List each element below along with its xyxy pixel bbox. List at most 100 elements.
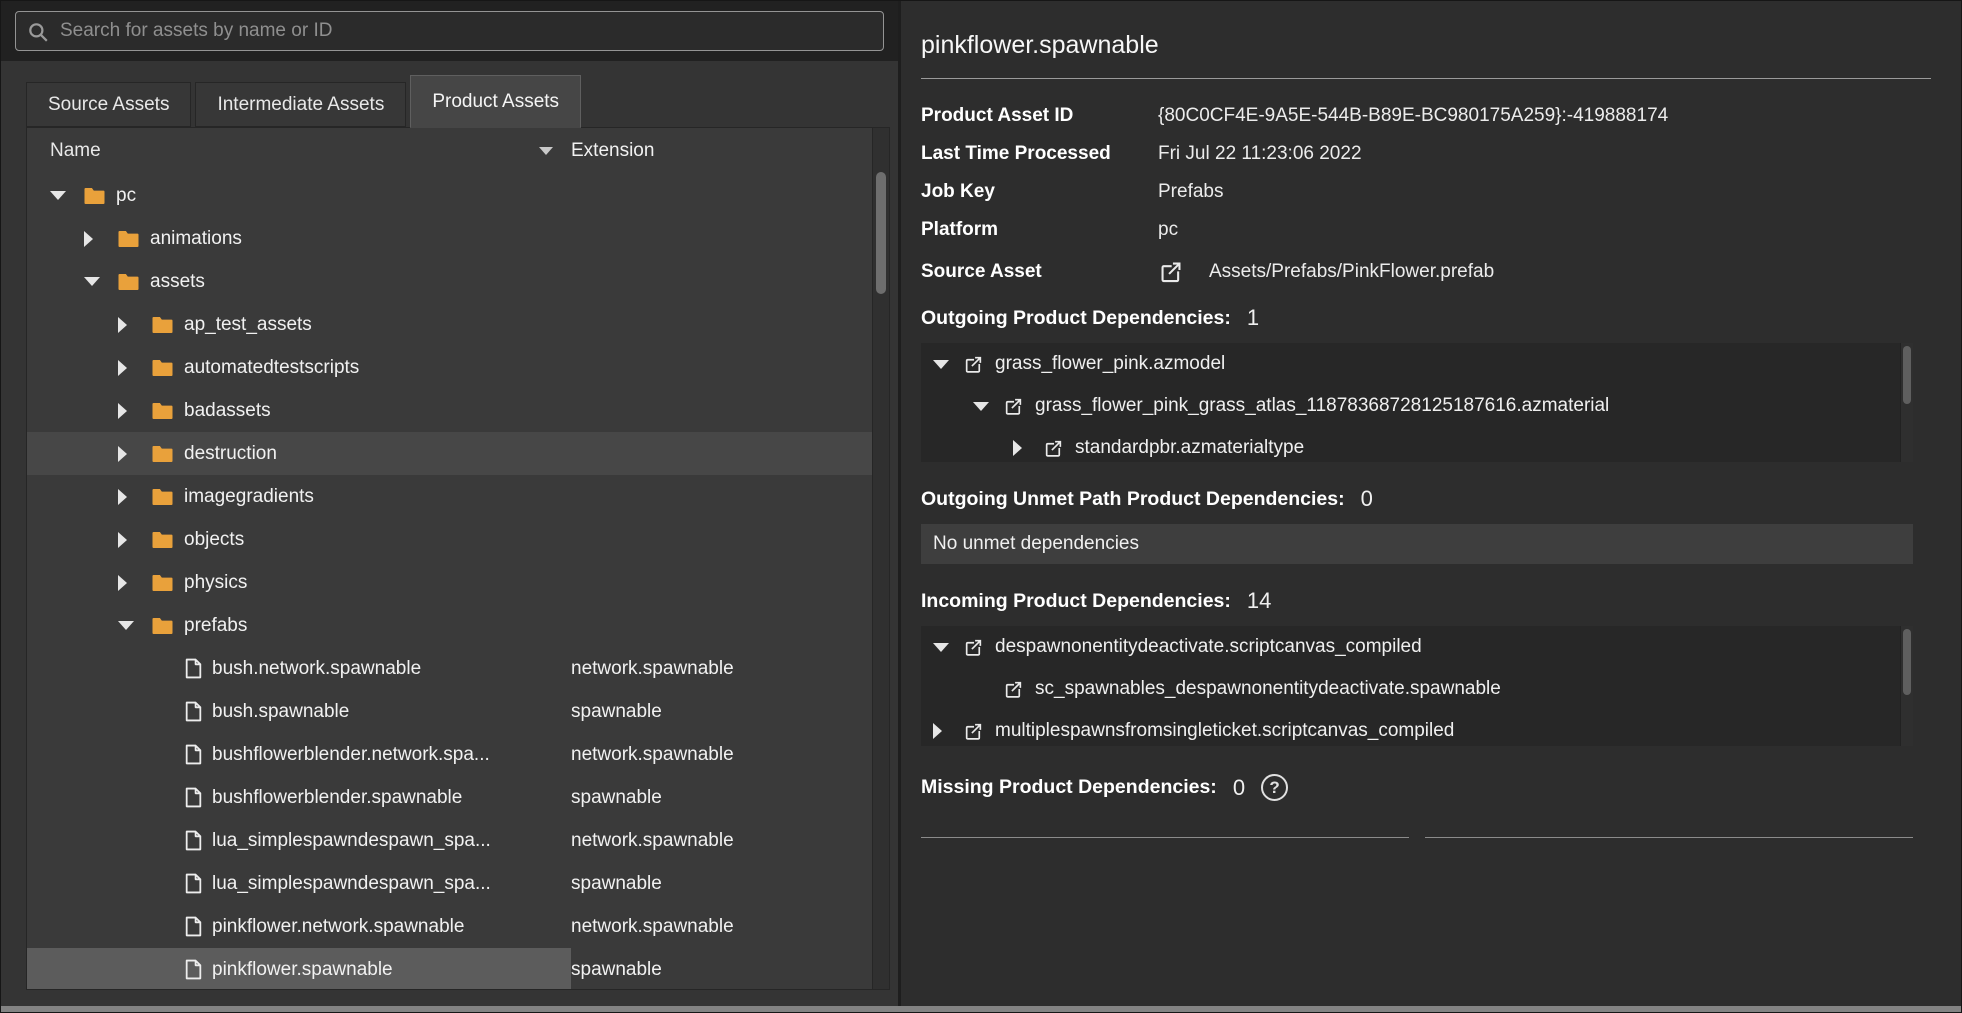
tree-row-bushflowerblender-spawnable[interactable]: bushflowerblender.spawnable spawnable [27, 776, 872, 819]
tree-row-automatedtestscripts[interactable]: automatedtestscripts [27, 346, 872, 389]
tree-row-name-cell: automatedtestscripts [27, 346, 571, 389]
window-bottom-edge [1, 1006, 1961, 1012]
tree-row-name-cell: bushflowerblender.network.spa... [27, 733, 571, 776]
tree-row-name-cell: ap_test_assets [27, 303, 571, 346]
outgoing-tree-scrollbar[interactable] [1900, 343, 1913, 462]
tree-row-objects[interactable]: objects [27, 518, 872, 561]
unmet-dependencies-message: No unmet dependencies [933, 533, 1139, 555]
tree-row-extension: spawnable [571, 873, 872, 895]
source-asset-path[interactable]: Assets/Prefabs/PinkFlower.prefab [1209, 261, 1494, 283]
tree-row-pc[interactable]: pc [27, 174, 872, 217]
field-label: Product Asset ID [921, 105, 1158, 127]
dependency-row-despawnonentitydeactivate-scriptcanvas-compiled[interactable]: despawnonentitydeactivate.scriptcanvas_c… [921, 626, 1913, 668]
dependency-label: standardpbr.azmaterialtype [1075, 437, 1304, 459]
collapse-arrow-icon[interactable] [973, 402, 1003, 411]
collapse-arrow-icon[interactable] [933, 643, 963, 652]
column-header-extension[interactable]: Extension [571, 140, 889, 162]
tree-row-bush-spawnable[interactable]: bush.spawnablespawnable [27, 690, 872, 733]
file-icon [185, 916, 202, 937]
dependency-row-standardpbr-azmaterialtype[interactable]: standardpbr.azmaterialtype [921, 427, 1913, 462]
search-box[interactable] [15, 11, 884, 51]
tree-row-imagegradients[interactable]: imagegradients [27, 475, 872, 518]
tree-scrollbar[interactable] [872, 128, 889, 989]
expand-arrow-icon[interactable] [84, 231, 117, 247]
outgoing-tree-scrollbar-thumb[interactable] [1903, 346, 1911, 404]
tab-source-assets[interactable]: Source Assets [26, 82, 191, 127]
incoming-dependencies-heading: Incoming Product Dependencies: 14 [921, 588, 1931, 614]
dependency-row-multiplespawnsfromsingleticket-scriptcanvas-compiled[interactable]: multiplespawnsfromsingleticket.scriptcan… [921, 710, 1913, 746]
file-icon [185, 744, 202, 765]
asset-details-panel: pinkflower.spawnable Product Asset ID {8… [901, 1, 1961, 1012]
outgoing-dependencies-count: 1 [1247, 305, 1259, 331]
incoming-tree-scrollbar[interactable] [1900, 626, 1913, 746]
incoming-tree-scrollbar-thumb[interactable] [1903, 629, 1911, 695]
tree-row-name-cell: pc [27, 174, 571, 217]
tree-row-pinkflower-spawnable[interactable]: pinkflower.spawnablespawnable [27, 948, 872, 989]
tree-row-lua-simplespawndespawn-spa-[interactable]: lua_simplespawndespawn_spa... spawnable [27, 862, 872, 905]
tree-row-label: lua_simplespawndespawn_spa... [212, 830, 491, 852]
dependency-row-sc-spawnables-despawnonentitydeactivate-spawnable[interactable]: sc_spawnables_despawnonentitydeactivate.… [921, 668, 1913, 710]
tree-row-name-cell: objects [27, 518, 571, 561]
tree-row-badassets[interactable]: badassets [27, 389, 872, 432]
tree-row-ap-test-assets[interactable]: ap_test_assets [27, 303, 872, 346]
tree-row-name-cell: assets [27, 260, 571, 303]
tree-row-destruction[interactable]: destruction [27, 432, 872, 475]
title-separator [921, 78, 1931, 79]
tree-row-label: physics [184, 572, 247, 594]
unmet-dependencies-heading: Outgoing Unmet Path Product Dependencies… [921, 486, 1931, 512]
tree-scrollbar-thumb[interactable] [876, 172, 886, 294]
folder-icon [151, 616, 174, 635]
expand-arrow-icon[interactable] [1013, 440, 1043, 456]
tree-row-lua-simplespawndespawn-spa-[interactable]: lua_simplespawndespawn_spa...network.spa… [27, 819, 872, 862]
tree-row-assets[interactable]: assets [27, 260, 872, 303]
field-value: Prefabs [1158, 181, 1223, 203]
tree-row-name-cell: physics [27, 561, 571, 604]
tree-row-physics[interactable]: physics [27, 561, 872, 604]
tree-row-extension: spawnable [571, 787, 872, 809]
expand-arrow-icon[interactable] [933, 723, 963, 739]
dependency-label: despawnonentitydeactivate.scriptcanvas_c… [995, 636, 1422, 658]
product-asset-icon [963, 354, 984, 375]
collapse-arrow-icon[interactable] [84, 277, 117, 286]
tree-row-label: bushflowerblender.spawnable [212, 787, 462, 809]
tree-row-label: lua_simplespawndespawn_spa... [212, 873, 491, 895]
expand-arrow-icon[interactable] [118, 446, 151, 462]
search-input[interactable] [16, 12, 883, 50]
folder-icon [151, 315, 174, 334]
expand-arrow-icon[interactable] [118, 489, 151, 505]
collapsed-section-separators [921, 837, 1913, 838]
tree-row-extension: network.spawnable [571, 744, 872, 766]
expand-arrow-icon[interactable] [118, 575, 151, 591]
incoming-dependencies-count: 14 [1247, 588, 1271, 614]
tree-row-prefabs[interactable]: prefabs [27, 604, 872, 647]
expand-arrow-icon[interactable] [118, 317, 151, 333]
field-label: Source Asset [921, 261, 1158, 283]
tree-row-animations[interactable]: animations [27, 217, 872, 260]
tree-row-name-cell: animations [27, 217, 571, 260]
help-icon[interactable]: ? [1261, 774, 1288, 801]
tree-row-extension: spawnable [571, 959, 872, 981]
tree-row-name-cell: badassets [27, 389, 571, 432]
dependency-row-grass-flower-pink-grass-atlas-11878368728125187616-azmaterial[interactable]: grass_flower_pink_grass_atlas_1187836872… [921, 385, 1913, 427]
expand-arrow-icon[interactable] [118, 403, 151, 419]
expand-arrow-icon[interactable] [118, 532, 151, 548]
tab-intermediate-assets[interactable]: Intermediate Assets [195, 82, 406, 127]
tree-row-pinkflower-network-spawnable[interactable]: pinkflower.network.spawnablenetwork.spaw… [27, 905, 872, 948]
collapse-arrow-icon[interactable] [118, 621, 151, 630]
expand-arrow-icon[interactable] [118, 360, 151, 376]
field-row-product-asset-id: Product Asset ID {80C0CF4E-9A5E-544B-B89… [921, 97, 1931, 135]
tab-product-assets[interactable]: Product Assets [410, 75, 581, 128]
tree-row-name-cell: imagegradients [27, 475, 571, 518]
dependency-row-grass-flower-pink-azmodel[interactable]: grass_flower_pink.azmodel [921, 343, 1913, 385]
unmet-dependencies-label: Outgoing Unmet Path Product Dependencies… [921, 488, 1345, 511]
asset-link-icon [1158, 259, 1184, 285]
collapse-arrow-icon[interactable] [50, 191, 83, 200]
collapse-arrow-icon[interactable] [933, 360, 963, 369]
tree-row-name-cell: bush.network.spawnable [27, 647, 571, 690]
tree-row-bushflowerblender-network-spa-[interactable]: bushflowerblender.network.spa...network.… [27, 733, 872, 776]
tree-row-bush-network-spawnable[interactable]: bush.network.spawnablenetwork.spawnable [27, 647, 872, 690]
field-value: Fri Jul 22 11:23:06 2022 [1158, 143, 1362, 165]
column-header-name[interactable]: Name [27, 140, 571, 162]
file-icon [185, 701, 202, 722]
field-value: {80C0CF4E-9A5E-544B-B89E-BC980175A259}:-… [1158, 105, 1668, 127]
